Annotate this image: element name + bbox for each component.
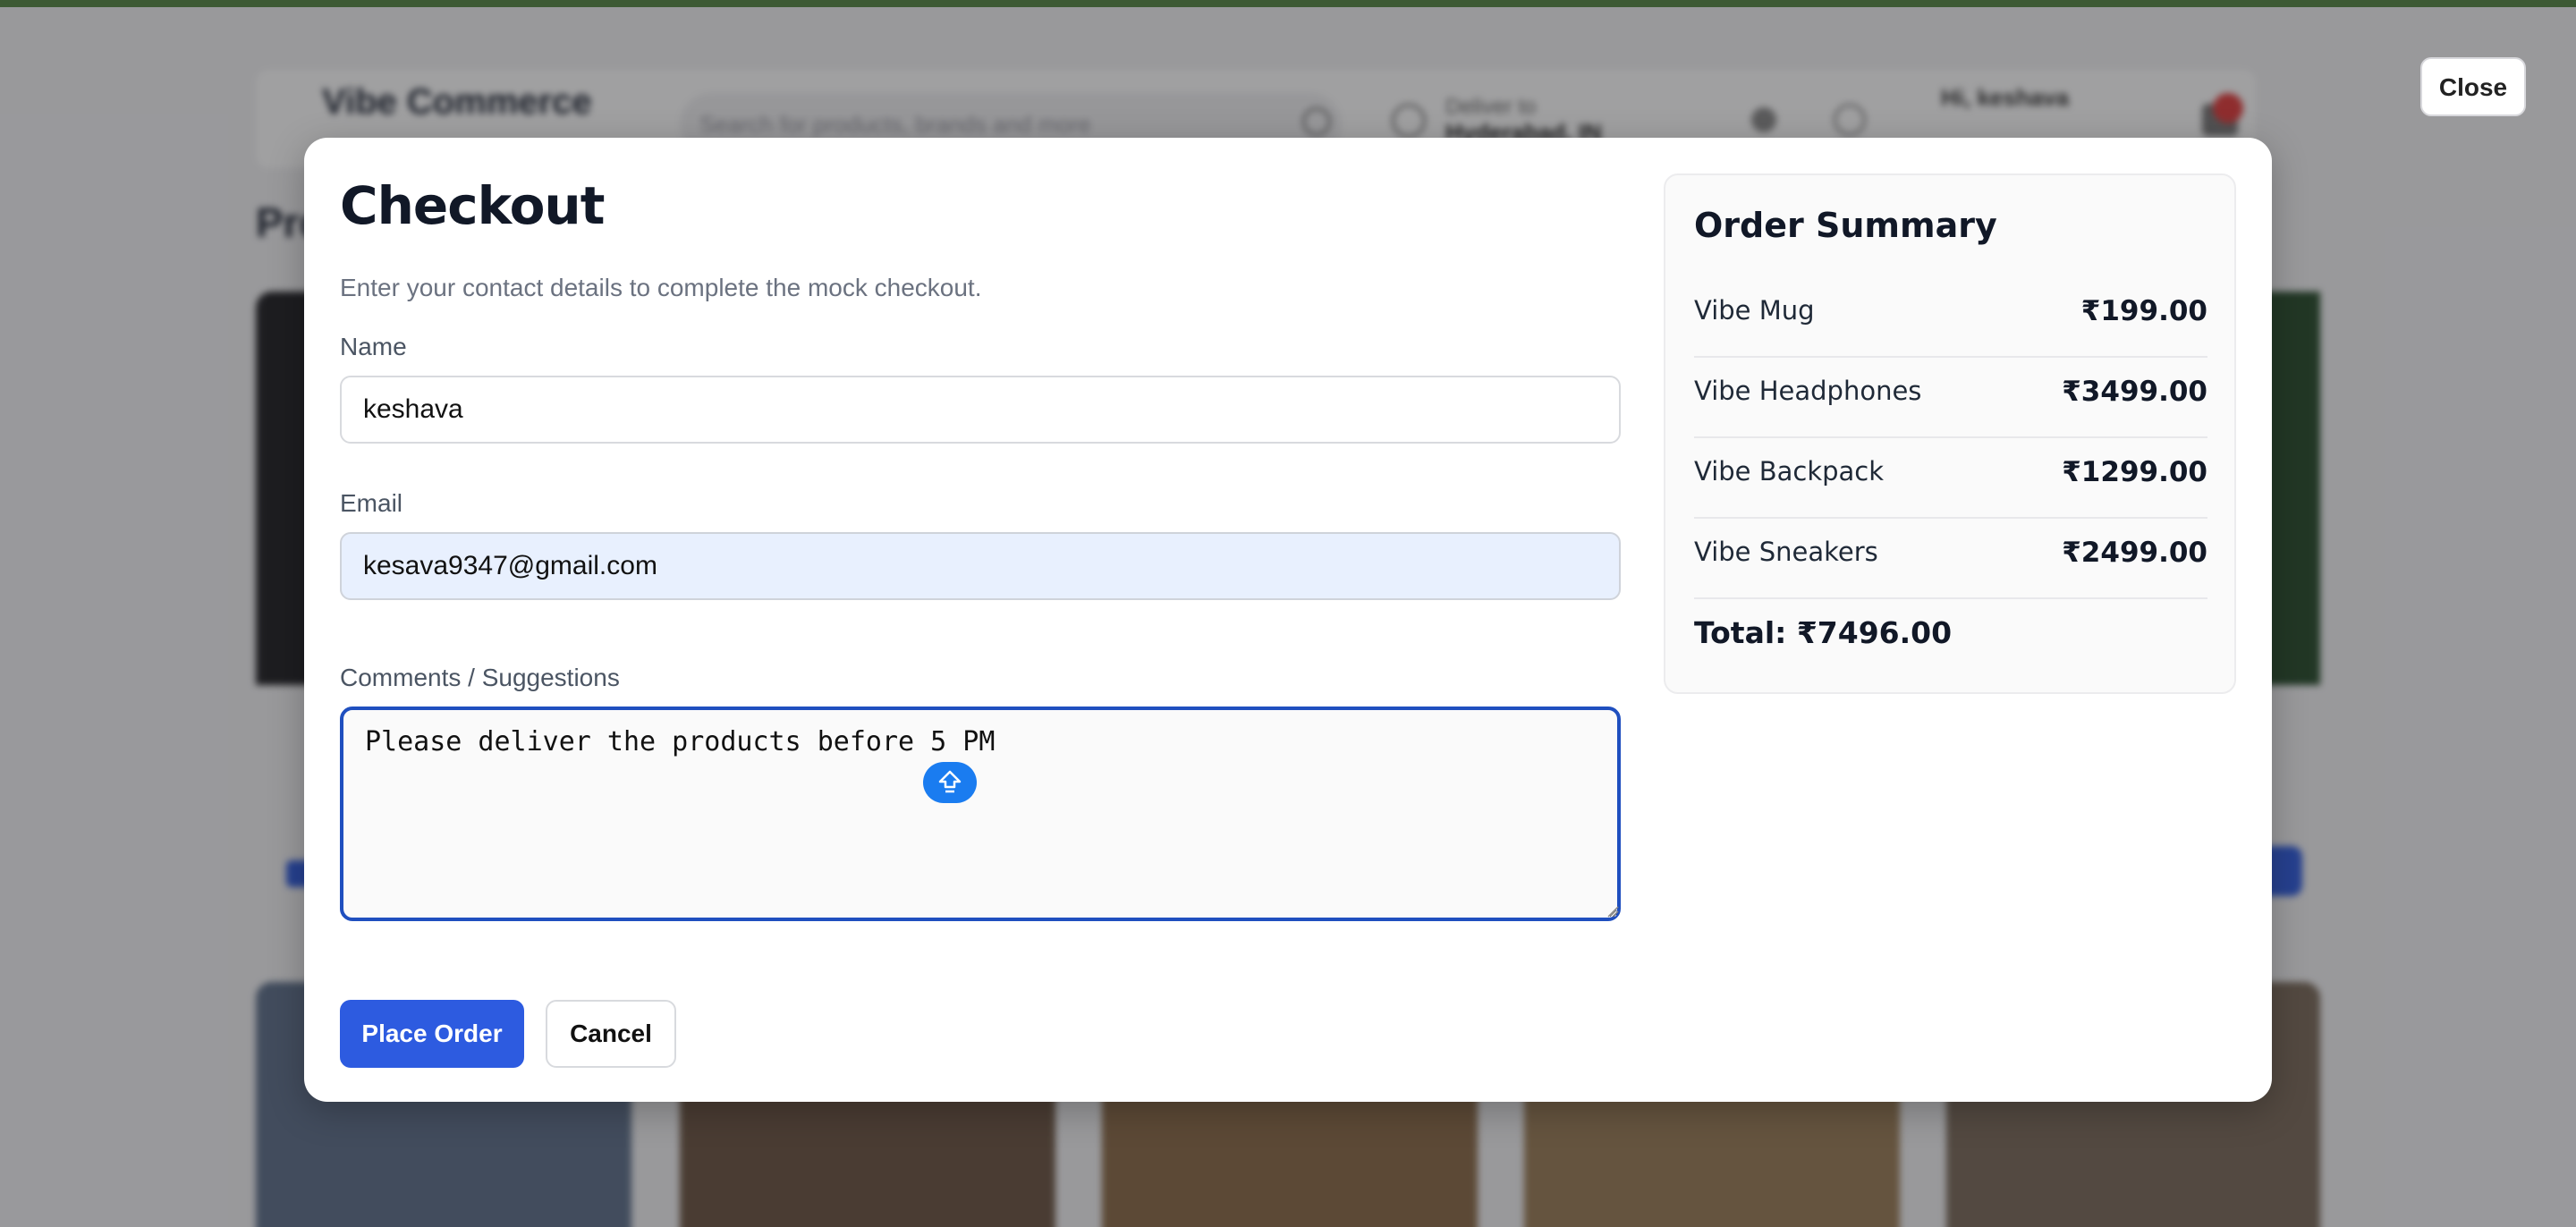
summary-item-price: ₹199.00 <box>2080 295 2207 327</box>
close-button[interactable]: Close <box>2420 57 2526 116</box>
summary-item-row: Vibe Mug ₹199.00 <box>1694 275 2207 358</box>
place-order-button[interactable]: Place Order <box>340 1000 524 1068</box>
text-cursor-icon <box>923 762 977 803</box>
resize-grip-icon[interactable] <box>1606 905 1619 918</box>
summary-item-name: Vibe Headphones <box>1694 376 1922 406</box>
summary-item-row: Vibe Backpack ₹1299.00 <box>1694 436 2207 519</box>
cancel-button[interactable]: Cancel <box>546 1000 676 1068</box>
modal-subtitle: Enter your contact details to complete t… <box>340 274 982 301</box>
order-summary-panel: Order Summary Vibe Mug ₹199.00 Vibe Head… <box>1664 173 2236 694</box>
email-field[interactable] <box>340 532 1621 600</box>
summary-item-row: Vibe Sneakers ₹2499.00 <box>1694 517 2207 599</box>
name-label: Name <box>340 333 407 360</box>
comments-label: Comments / Suggestions <box>340 664 620 691</box>
modal-title: Checkout <box>340 175 605 236</box>
order-summary-title: Order Summary <box>1694 206 1997 245</box>
summary-item-price: ₹3499.00 <box>2062 376 2207 408</box>
summary-item-name: Vibe Mug <box>1694 295 1815 326</box>
order-total: Total: ₹7496.00 <box>1694 615 1953 650</box>
summary-item-price: ₹2499.00 <box>2062 537 2207 569</box>
checkout-modal: Checkout Enter your contact details to c… <box>304 138 2272 1102</box>
summary-item-price: ₹1299.00 <box>2062 456 2207 488</box>
top-accent-strip <box>0 0 2576 7</box>
summary-item-name: Vibe Backpack <box>1694 456 1885 487</box>
email-label: Email <box>340 489 403 517</box>
summary-item-name: Vibe Sneakers <box>1694 537 1878 567</box>
comments-textarea[interactable]: Please deliver the products before 5 PM <box>340 707 1621 921</box>
summary-item-row: Vibe Headphones ₹3499.00 <box>1694 356 2207 438</box>
name-field[interactable] <box>340 376 1621 444</box>
